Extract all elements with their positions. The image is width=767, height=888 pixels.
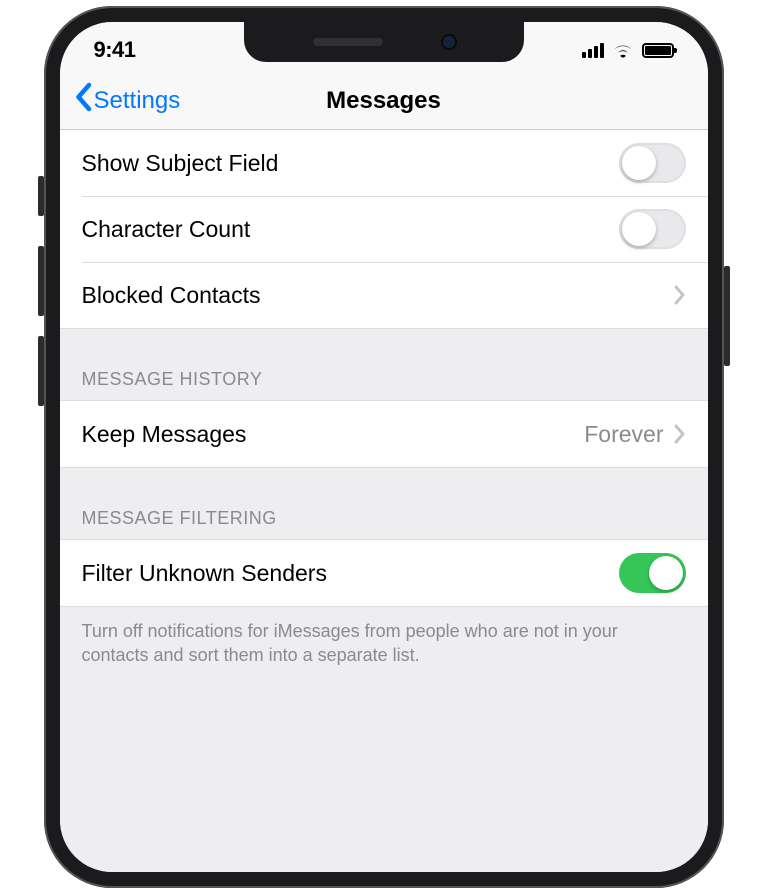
status-icons: [582, 36, 674, 58]
row-character-count[interactable]: Character Count: [60, 196, 708, 262]
settings-content[interactable]: Show Subject Field Character Count Block…: [60, 130, 708, 872]
section-header-message-history: MESSAGE HISTORY: [60, 359, 708, 400]
phone-frame: 9:41 Settings Messages: [44, 6, 724, 888]
row-label: Blocked Contacts: [82, 282, 261, 309]
row-label: Character Count: [82, 216, 251, 243]
row-blocked-contacts[interactable]: Blocked Contacts: [60, 262, 708, 328]
group-message-history: Keep Messages Forever: [60, 400, 708, 468]
row-label: Filter Unknown Senders: [82, 560, 327, 587]
row-filter-unknown-senders[interactable]: Filter Unknown Senders: [60, 540, 708, 606]
status-time: 9:41: [94, 31, 136, 63]
group-general: Show Subject Field Character Count Block…: [60, 130, 708, 329]
notch: [244, 22, 524, 62]
toggle-character-count[interactable]: [619, 209, 686, 249]
section-header-message-filtering: MESSAGE FILTERING: [60, 498, 708, 539]
volume-down-button: [38, 336, 44, 406]
chevron-left-icon: [74, 82, 92, 119]
row-value: Forever: [584, 421, 663, 448]
page-title: Messages: [326, 87, 441, 115]
ringer-switch: [38, 176, 44, 216]
chevron-right-icon: [674, 424, 686, 444]
row-keep-messages[interactable]: Keep Messages Forever: [60, 401, 708, 467]
back-button[interactable]: Settings: [74, 82, 181, 119]
screen: 9:41 Settings Messages: [60, 22, 708, 872]
navigation-bar: Settings Messages: [60, 72, 708, 130]
back-label: Settings: [94, 87, 181, 115]
wifi-icon: [612, 42, 634, 58]
side-button: [724, 266, 730, 366]
cellular-signal-icon: [582, 42, 604, 58]
chevron-right-icon: [674, 285, 686, 305]
toggle-filter-unknown-senders[interactable]: [619, 553, 686, 593]
toggle-show-subject-field[interactable]: [619, 143, 686, 183]
row-label: Keep Messages: [82, 421, 247, 448]
row-label: Show Subject Field: [82, 150, 279, 177]
volume-up-button: [38, 246, 44, 316]
front-camera: [443, 36, 455, 48]
row-show-subject-field[interactable]: Show Subject Field: [60, 130, 708, 196]
earpiece-speaker: [313, 38, 383, 46]
section-footer-filtering: Turn off notifications for iMessages fro…: [60, 607, 708, 680]
battery-icon: [642, 43, 674, 58]
group-message-filtering: Filter Unknown Senders: [60, 539, 708, 607]
